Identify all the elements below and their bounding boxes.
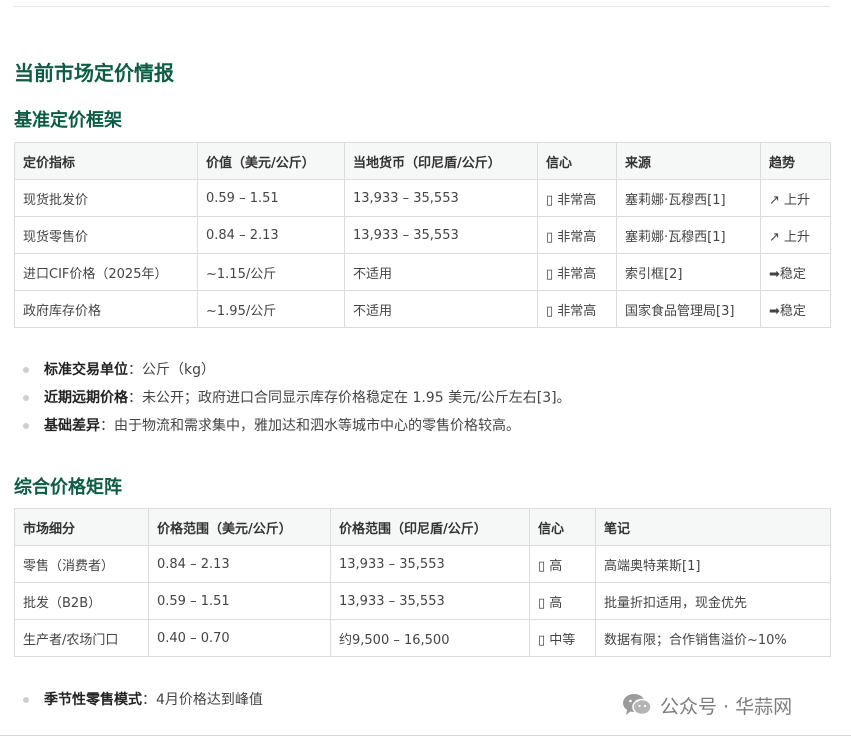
pricing-framework-table: 定价指标 价值（美元/公斤） 当地货币（印尼盾/公斤） 信心 来源 趋势 现货批… <box>14 142 831 328</box>
note-text: 由于物流和需求集中，雅加达和泗水等城市中心的零售价格较高。 <box>114 418 520 434</box>
column-header: 信心 <box>529 508 596 546</box>
table-cell: 国家食品管理局[3] <box>616 290 761 328</box>
list-item: 标准交易单位：公斤（kg） <box>14 356 571 384</box>
table-row: 政府库存价格 ~1.95/公斤 不适用 ▯ 非常高 国家食品管理局[3] ➡稳定 <box>14 290 831 328</box>
list-item: 季节性零售模式：4月价格达到峰值 <box>14 686 263 714</box>
note-label: 近期远期价格 <box>44 390 128 406</box>
table-header-row: 市场细分 价格范围（美元/公斤） 价格范围（印尼盾/公斤） 信心 笔记 <box>14 508 831 546</box>
table-cell: ~1.15/公斤 <box>197 253 345 291</box>
column-header: 市场细分 <box>14 508 149 546</box>
table-cell: ➡稳定 <box>760 290 831 328</box>
bottom-divider <box>0 735 851 736</box>
list-item: 基础差异：由于物流和需求集中，雅加达和泗水等城市中心的零售价格较高。 <box>14 412 571 440</box>
table-cell: 约9,500 – 16,500 <box>330 619 530 657</box>
note-separator: ： <box>128 362 142 378</box>
table-cell: ▯ 中等 <box>529 619 596 657</box>
note-separator: ： <box>142 692 156 708</box>
table-cell: 批量折扣适用，现金优先 <box>595 582 831 620</box>
column-header: 价值（美元/公斤） <box>197 142 345 180</box>
table-cell: ▯ 非常高 <box>537 290 617 328</box>
table-cell: 零售（消费者） <box>14 545 149 583</box>
table-cell: ~1.95/公斤 <box>197 290 345 328</box>
table-cell: 现货零售价 <box>14 216 198 254</box>
table-cell: 不适用 <box>344 253 538 291</box>
table-cell: ↗ 上升 <box>760 216 831 254</box>
note-separator: ： <box>128 390 142 406</box>
table-cell: ▯ 高 <box>529 582 596 620</box>
table-cell: ↗ 上升 <box>760 179 831 217</box>
watermark-text: 公众号 · 华蒜网 <box>660 695 793 718</box>
table-cell: ▯ 非常高 <box>537 253 617 291</box>
table-cell: 13,933 – 35,553 <box>330 582 530 620</box>
table-cell: 0.59 – 1.51 <box>197 179 345 217</box>
table-row: 生产者/农场门口 0.40 – 0.70 约9,500 – 16,500 ▯ 中… <box>14 619 831 657</box>
table-cell: 13,933 – 35,553 <box>344 216 538 254</box>
note-text: 4月价格达到峰值 <box>156 692 263 708</box>
table-cell: 0.40 – 0.70 <box>148 619 331 657</box>
column-header: 当地货币（印尼盾/公斤） <box>344 142 538 180</box>
column-header: 价格范围（印尼盾/公斤） <box>330 508 530 546</box>
table-cell: 0.84 – 2.13 <box>197 216 345 254</box>
note-label: 标准交易单位 <box>44 362 128 378</box>
table-cell: ➡稳定 <box>760 253 831 291</box>
table-row: 现货批发价 0.59 – 1.51 13,933 – 35,553 ▯ 非常高 … <box>14 179 831 217</box>
note-label: 季节性零售模式 <box>44 692 142 708</box>
price-matrix-table: 市场细分 价格范围（美元/公斤） 价格范围（印尼盾/公斤） 信心 笔记 零售（消… <box>14 508 831 657</box>
bullet-icon <box>23 395 29 401</box>
table-cell: 0.84 – 2.13 <box>148 545 331 583</box>
table-cell: 0.59 – 1.51 <box>148 582 331 620</box>
table-cell: 批发（B2B） <box>14 582 149 620</box>
note-separator: ： <box>100 418 114 434</box>
page-title: 当前市场定价情报 <box>14 61 174 85</box>
wechat-icon <box>623 694 652 716</box>
note-text: 公斤（kg） <box>142 362 215 378</box>
bullet-icon <box>23 423 29 429</box>
section-heading-price-matrix: 综合价格矩阵 <box>14 477 122 498</box>
column-header: 趋势 <box>760 142 831 180</box>
bullet-icon <box>23 697 29 703</box>
table-cell: ▯ 非常高 <box>537 216 617 254</box>
column-header: 笔记 <box>595 508 831 546</box>
column-header: 来源 <box>616 142 761 180</box>
column-header: 信心 <box>537 142 617 180</box>
table-cell: 不适用 <box>344 290 538 328</box>
table-cell: 现货批发价 <box>14 179 198 217</box>
table-row: 进口CIF价格（2025年） ~1.15/公斤 不适用 ▯ 非常高 索引框[2]… <box>14 253 831 291</box>
table-cell: 13,933 – 35,553 <box>344 179 538 217</box>
table-cell: 数据有限；合作销售溢价~10% <box>595 619 831 657</box>
table-cell: 13,933 – 35,553 <box>330 545 530 583</box>
table-cell: 塞莉娜·瓦穆西[1] <box>616 216 761 254</box>
watermark: 公众号 · 华蒜网 <box>622 690 792 720</box>
column-header: 价格范围（美元/公斤） <box>148 508 331 546</box>
table-row: 零售（消费者） 0.84 – 2.13 13,933 – 35,553 ▯ 高 … <box>14 545 831 583</box>
table-cell: 政府库存价格 <box>14 290 198 328</box>
table-row: 现货零售价 0.84 – 2.13 13,933 – 35,553 ▯ 非常高 … <box>14 216 831 254</box>
bullet-icon <box>23 367 29 373</box>
table-cell: ▯ 高 <box>529 545 596 583</box>
section-heading-pricing-framework: 基准定价框架 <box>14 110 122 131</box>
column-header: 定价指标 <box>14 142 198 180</box>
seasonal-list: 季节性零售模式：4月价格达到峰值 <box>14 686 263 714</box>
table-cell: 生产者/农场门口 <box>14 619 149 657</box>
top-divider <box>14 6 830 7</box>
notes-list: 标准交易单位：公斤（kg） 近期远期价格：未公开；政府进口合同显示库存价格稳定在… <box>14 356 571 440</box>
table-cell: 进口CIF价格（2025年） <box>14 253 198 291</box>
table-cell: 塞莉娜·瓦穆西[1] <box>616 179 761 217</box>
table-cell: 索引框[2] <box>616 253 761 291</box>
note-label: 基础差异 <box>44 418 100 434</box>
table-row: 批发（B2B） 0.59 – 1.51 13,933 – 35,553 ▯ 高 … <box>14 582 831 620</box>
list-item: 近期远期价格：未公开；政府进口合同显示库存价格稳定在 1.95 美元/公斤左右[… <box>14 384 571 412</box>
table-cell: 高端奥特莱斯[1] <box>595 545 831 583</box>
note-text: 未公开；政府进口合同显示库存价格稳定在 1.95 美元/公斤左右[3]。 <box>142 390 571 406</box>
table-header-row: 定价指标 价值（美元/公斤） 当地货币（印尼盾/公斤） 信心 来源 趋势 <box>14 142 831 180</box>
table-cell: ▯ 非常高 <box>537 179 617 217</box>
